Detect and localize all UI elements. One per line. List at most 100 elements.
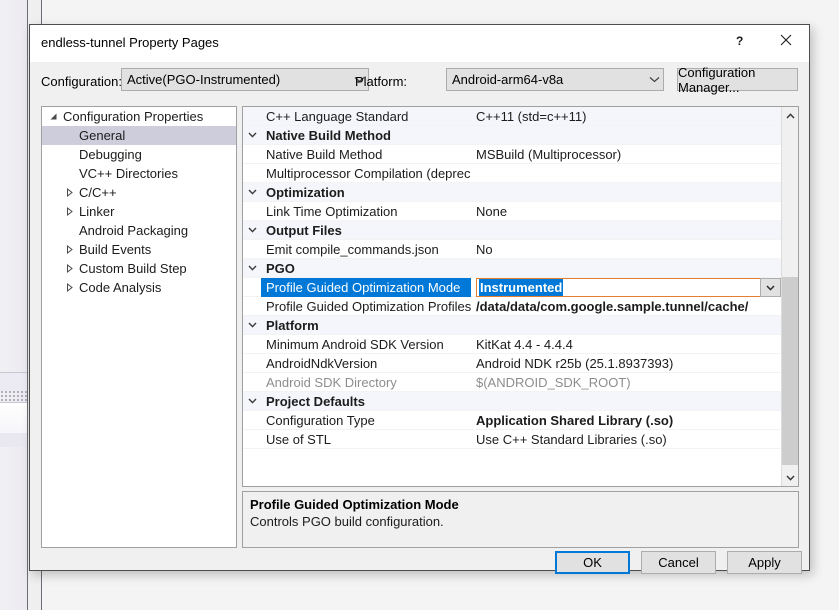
property-value[interactable]: No xyxy=(471,240,781,259)
chevron-down-icon xyxy=(645,76,663,83)
property-value xyxy=(471,221,781,240)
property-value[interactable]: KitKat 4.4 - 4.4.4 xyxy=(471,335,781,354)
property-row[interactable]: Emit compile_commands.jsonNo xyxy=(243,240,781,259)
property-value xyxy=(471,183,781,202)
scrollbar-thumb[interactable] xyxy=(782,277,799,465)
property-name: Emit compile_commands.json xyxy=(261,240,471,259)
configuration-bar: Configuration: Active(PGO-Instrumented) … xyxy=(30,62,809,100)
description-title: Profile Guided Optimization Mode xyxy=(250,497,791,513)
property-value-selected-text: Instrumented xyxy=(479,279,563,296)
property-row[interactable]: Configuration TypeApplication Shared Lib… xyxy=(243,411,781,430)
tree-item-custom-build-step[interactable]: Custom Build Step xyxy=(42,259,236,278)
tree-collapsed-arrow-icon[interactable] xyxy=(61,207,77,216)
svg-text:?: ? xyxy=(736,34,743,47)
ok-button[interactable]: OK xyxy=(555,551,630,574)
scroll-down-icon[interactable] xyxy=(782,469,799,486)
property-name: Optimization xyxy=(261,183,471,202)
apply-button[interactable]: Apply xyxy=(727,551,802,574)
tree-item-label: Custom Build Step xyxy=(77,261,187,276)
property-value-chevron-down-icon[interactable] xyxy=(760,278,781,297)
platform-dropdown-value: Android-arm64-v8a xyxy=(447,72,645,87)
cancel-button[interactable]: Cancel xyxy=(641,551,716,574)
property-value[interactable] xyxy=(471,164,781,183)
property-row[interactable]: Android SDK Directory$(ANDROID_SDK_ROOT) xyxy=(243,373,781,392)
property-value xyxy=(471,259,781,278)
tree-collapsed-arrow-icon[interactable] xyxy=(61,188,77,197)
property-row[interactable]: Profile Guided Optimization Profiles/dat… xyxy=(243,297,781,316)
property-category-row[interactable]: Optimization xyxy=(243,183,781,202)
tree-item-label: Debugging xyxy=(77,147,142,162)
property-category-row[interactable]: PGO xyxy=(243,259,781,278)
background-strip-bottom xyxy=(0,433,27,447)
tree-item-linker[interactable]: Linker xyxy=(42,202,236,221)
property-row[interactable]: Link Time OptimizationNone xyxy=(243,202,781,221)
tree-item-configuration-properties[interactable]: Configuration Properties xyxy=(42,107,236,126)
scroll-up-icon[interactable] xyxy=(782,107,799,124)
property-name: Output Files xyxy=(261,221,471,240)
configuration-manager-button[interactable]: Configuration Manager... xyxy=(677,68,798,91)
tree-collapsed-arrow-icon[interactable] xyxy=(61,264,77,273)
close-icon[interactable] xyxy=(764,25,808,55)
category-chevron-down-icon[interactable] xyxy=(243,398,261,404)
background-dot-pattern xyxy=(0,390,27,402)
dialog-titlebar: endless-tunnel Property Pages ? xyxy=(30,25,809,62)
tree-item-vc-directories[interactable]: VC++ Directories xyxy=(42,164,236,183)
property-row[interactable]: Use of STLUse C++ Standard Libraries (.s… xyxy=(243,430,781,449)
property-value[interactable]: MSBuild (Multiprocessor) xyxy=(471,145,781,164)
property-value[interactable]: Application Shared Library (.so) xyxy=(471,411,781,430)
tree-item-build-events[interactable]: Build Events xyxy=(42,240,236,259)
property-name: Android SDK Directory xyxy=(261,373,471,392)
property-row[interactable]: Minimum Android SDK VersionKitKat 4.4 - … xyxy=(243,335,781,354)
property-value[interactable]: None xyxy=(471,202,781,221)
property-category-row[interactable]: Output Files xyxy=(243,221,781,240)
tree-item-label: Configuration Properties xyxy=(61,109,203,124)
tree-item-code-analysis[interactable]: Code Analysis xyxy=(42,278,236,297)
property-grid[interactable]: C++ Language StandardC++11 (std=c++11)Na… xyxy=(242,106,799,487)
property-value-input[interactable]: Instrumented xyxy=(476,278,760,297)
property-value xyxy=(471,392,781,411)
property-row[interactable]: Multiprocessor Compilation (deprecated) xyxy=(243,164,781,183)
category-chevron-down-icon[interactable] xyxy=(243,322,261,328)
configuration-label: Configuration: xyxy=(41,74,122,89)
tree-item-c-c[interactable]: C/C++ xyxy=(42,183,236,202)
property-value xyxy=(471,316,781,335)
help-icon[interactable]: ? xyxy=(718,25,762,55)
property-name: Multiprocessor Compilation (deprecated) xyxy=(261,164,471,183)
category-chevron-down-icon[interactable] xyxy=(243,265,261,271)
tree-collapsed-arrow-icon[interactable] xyxy=(61,245,77,254)
property-value[interactable]: $(ANDROID_SDK_ROOT) xyxy=(471,373,781,392)
description-body: Controls PGO build configuration. xyxy=(250,513,791,530)
configuration-dropdown[interactable]: Active(PGO-Instrumented) xyxy=(121,68,369,91)
property-row[interactable]: Profile Guided Optimization Mode Instrume… xyxy=(243,278,781,297)
platform-dropdown[interactable]: Android-arm64-v8a xyxy=(446,68,664,91)
property-name: AndroidNdkVersion xyxy=(261,354,471,373)
property-name: Native Build Method xyxy=(261,126,471,145)
property-name: PGO xyxy=(261,259,471,278)
category-chevron-down-icon[interactable] xyxy=(243,132,261,138)
tree-expanded-arrow-icon[interactable] xyxy=(45,112,61,121)
property-category-row[interactable]: Native Build Method xyxy=(243,126,781,145)
property-name: Profile Guided Optimization Profiles xyxy=(261,297,471,316)
property-value[interactable]: Use C++ Standard Libraries (.so) xyxy=(471,430,781,449)
tree-item-android-packaging[interactable]: Android Packaging xyxy=(42,221,236,240)
tree-item-general[interactable]: General xyxy=(42,126,236,145)
property-category-row[interactable]: Project Defaults xyxy=(243,392,781,411)
property-value-combo-editor[interactable]: Instrumented xyxy=(476,278,781,297)
property-grid-scrollbar[interactable] xyxy=(781,107,798,486)
property-row[interactable]: AndroidNdkVersionAndroid NDK r25b (25.1.… xyxy=(243,354,781,373)
background-strip-middle xyxy=(0,402,27,434)
tree-item-label: Linker xyxy=(77,204,114,219)
property-name: Profile Guided Optimization Mode xyxy=(261,278,471,297)
tree-collapsed-arrow-icon[interactable] xyxy=(61,283,77,292)
property-value[interactable]: C++11 (std=c++11) xyxy=(471,107,781,126)
property-name: Minimum Android SDK Version xyxy=(261,335,471,354)
property-row[interactable]: C++ Language StandardC++11 (std=c++11) xyxy=(243,107,781,126)
property-value[interactable]: Android NDK r25b (25.1.8937393) xyxy=(471,354,781,373)
property-row[interactable]: Native Build MethodMSBuild (Multiprocess… xyxy=(243,145,781,164)
property-value[interactable]: /data/data/com.google.sample.tunnel/cach… xyxy=(471,297,781,316)
category-chevron-down-icon[interactable] xyxy=(243,189,261,195)
property-tree[interactable]: Configuration Properties General Debugging… xyxy=(41,106,237,548)
category-chevron-down-icon[interactable] xyxy=(243,227,261,233)
property-category-row[interactable]: Platform xyxy=(243,316,781,335)
tree-item-debugging[interactable]: Debugging xyxy=(42,145,236,164)
